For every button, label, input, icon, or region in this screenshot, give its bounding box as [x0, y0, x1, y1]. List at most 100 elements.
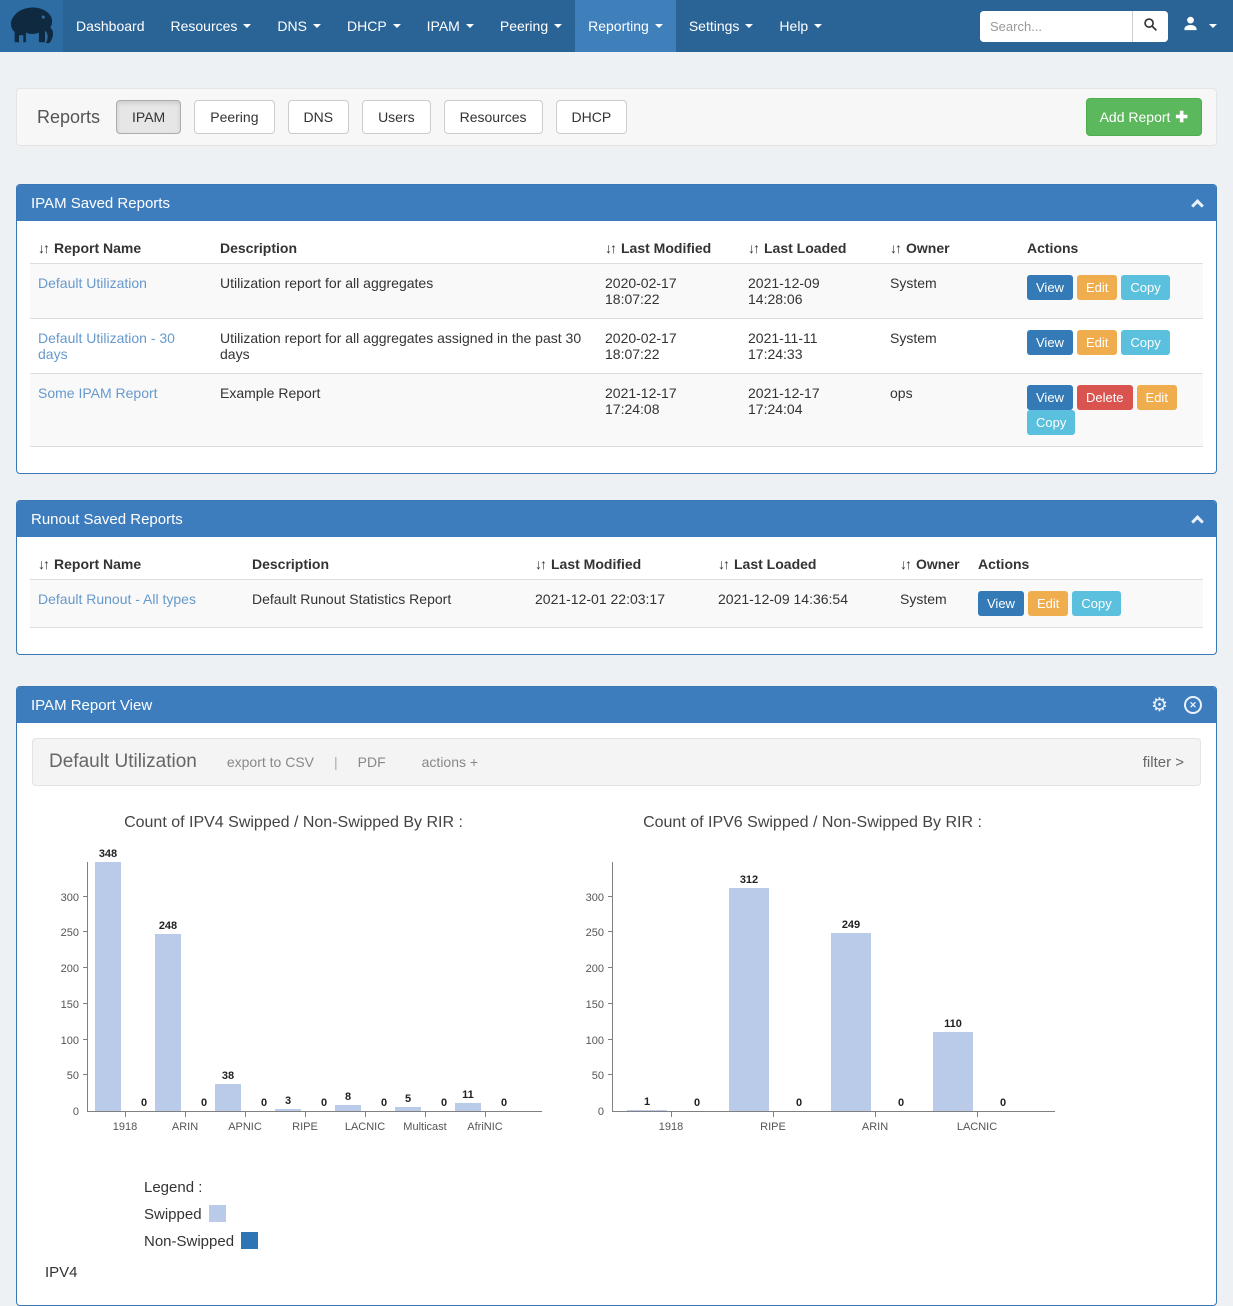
view-button[interactable]: View — [1027, 385, 1073, 410]
cell-actions: ViewEditCopy — [1019, 319, 1203, 374]
report-name-link[interactable]: Default Utilization - 30 days — [38, 330, 175, 362]
bar-value-label: 8 — [345, 1091, 351, 1103]
bar-group-ripe: 3120 — [723, 862, 825, 1111]
sort-icon — [748, 240, 764, 256]
view-button[interactable]: View — [1027, 275, 1073, 300]
tab-users[interactable]: Users — [362, 100, 431, 134]
nav-item-help[interactable]: Help — [766, 0, 835, 52]
column-header-owner[interactable]: Owner — [882, 231, 1019, 264]
copy-button[interactable]: Copy — [1072, 591, 1120, 616]
nav-item-resources[interactable]: Resources — [158, 0, 265, 52]
tab-dns[interactable]: DNS — [288, 100, 350, 134]
toolbar-separator: | — [334, 754, 338, 770]
export-csv-link[interactable]: export to CSV — [227, 754, 314, 770]
nav-item-label: Dashboard — [76, 18, 145, 34]
tab-ipam[interactable]: IPAM — [116, 100, 181, 134]
section-label-ipv4: IPV4 — [45, 1264, 1216, 1281]
y-tick-label: 150 — [586, 999, 604, 1011]
column-header-last-loaded[interactable]: Last Loaded — [710, 547, 892, 580]
nav-item-label: DNS — [277, 18, 307, 34]
y-tick-mark — [608, 967, 612, 968]
column-header-owner[interactable]: Owner — [892, 547, 970, 580]
copy-button[interactable]: Copy — [1027, 410, 1075, 435]
table-row: Some IPAM ReportExample Report2021-12-17… — [30, 374, 1203, 447]
cell-modified: 2020-02-17 18:07:22 — [597, 319, 740, 374]
cell-owner: System — [882, 264, 1019, 319]
sort-icon — [605, 240, 621, 256]
add-report-label: Add Report — [1100, 109, 1171, 125]
bar-swipped — [627, 1110, 667, 1111]
column-header-report-name[interactable]: Report Name — [30, 547, 244, 580]
column-header-last-loaded[interactable]: Last Loaded — [740, 231, 882, 264]
bar-swipped — [95, 862, 121, 1111]
ipam-reports-table: Report NameDescriptionLast ModifiedLast … — [30, 231, 1203, 447]
tab-dhcp[interactable]: DHCP — [556, 100, 628, 134]
y-tick-mark — [83, 967, 87, 968]
report-name: Default Utilization — [49, 751, 197, 773]
bar-value-label: 0 — [898, 1097, 904, 1109]
add-report-button[interactable]: Add Report✚ — [1086, 98, 1202, 136]
mammoth-logo-icon — [6, 3, 58, 50]
copy-button[interactable]: Copy — [1121, 330, 1169, 355]
y-tick-label: 100 — [586, 1035, 604, 1047]
ipv6-chart: Count of IPV6 Swipped / Non-Swipped By R… — [570, 814, 1055, 1133]
copy-button[interactable]: Copy — [1121, 275, 1169, 300]
page-title: Reports — [37, 107, 100, 128]
report-name-link[interactable]: Default Runout - All types — [38, 591, 196, 607]
bar-group-apnic: 380 — [216, 862, 276, 1111]
edit-button[interactable]: Edit — [1028, 591, 1068, 616]
nav-item-dhcp[interactable]: DHCP — [334, 0, 414, 52]
view-button[interactable]: View — [1027, 330, 1073, 355]
edit-button[interactable]: Edit — [1077, 330, 1117, 355]
column-header-last-modified[interactable]: Last Modified — [527, 547, 710, 580]
report-name-link[interactable]: Default Utilization — [38, 275, 147, 291]
actions-menu-link[interactable]: actions + — [422, 754, 478, 770]
chevron-down-icon — [554, 24, 562, 28]
cell-actions: ViewDeleteEdit Copy — [1019, 374, 1203, 447]
brand-logo[interactable] — [0, 0, 63, 52]
edit-button[interactable]: Edit — [1077, 275, 1117, 300]
nav-item-dns[interactable]: DNS — [264, 0, 334, 52]
legend-title: Legend : — [144, 1179, 1216, 1196]
nav-item-dashboard[interactable]: Dashboard — [63, 0, 158, 52]
ipv4-chart: Count of IPV4 Swipped / Non-Swipped By R… — [45, 814, 542, 1133]
cell-description: Utilization report for all aggregates as… — [212, 319, 597, 374]
close-icon[interactable] — [1184, 696, 1202, 714]
nav-item-peering[interactable]: Peering — [487, 0, 575, 52]
column-header-report-name[interactable]: Report Name — [30, 231, 212, 264]
nav-item-reporting[interactable]: Reporting — [575, 0, 676, 52]
delete-button[interactable]: Delete — [1077, 385, 1133, 410]
collapse-chevron-icon[interactable] — [1191, 515, 1204, 528]
y-tick-mark — [608, 1039, 612, 1040]
bar-group-multicast: 50 — [396, 862, 456, 1111]
nav-item-settings[interactable]: Settings — [676, 0, 767, 52]
filter-toggle[interactable]: filter > — [1143, 754, 1184, 771]
nav-item-label: Settings — [689, 18, 740, 34]
gear-icon[interactable]: ⚙ — [1151, 696, 1168, 715]
bar-value-label: 0 — [1000, 1097, 1006, 1109]
y-tick-label: 200 — [586, 963, 604, 975]
x-tick-label: LACNIC — [957, 1121, 997, 1133]
user-menu[interactable] — [1182, 15, 1217, 37]
collapse-chevron-icon[interactable] — [1191, 199, 1204, 212]
y-tick-mark — [608, 1003, 612, 1004]
y-tick-mark — [83, 1003, 87, 1004]
nav-item-ipam[interactable]: IPAM — [414, 0, 487, 52]
report-name-link[interactable]: Some IPAM Report — [38, 385, 158, 401]
column-header-last-modified[interactable]: Last Modified — [597, 231, 740, 264]
cell-loaded: 2021-11-11 17:24:33 — [740, 319, 882, 374]
panel-title: IPAM Report View — [31, 697, 152, 714]
search-input[interactable] — [980, 11, 1132, 42]
table-row: Default Utilization - 30 days Utilization… — [30, 319, 1203, 374]
tab-peering[interactable]: Peering — [194, 100, 274, 134]
cell-owner: System — [882, 319, 1019, 374]
edit-button[interactable]: Edit — [1137, 385, 1177, 410]
search-button[interactable] — [1132, 11, 1168, 42]
bar-value-label: 0 — [441, 1097, 447, 1109]
legend-swatch — [209, 1205, 226, 1222]
view-button[interactable]: View — [978, 591, 1024, 616]
bar-swipped — [335, 1105, 361, 1111]
export-pdf-link[interactable]: PDF — [358, 754, 386, 770]
bar-value-label: 0 — [796, 1097, 802, 1109]
tab-resources[interactable]: Resources — [444, 100, 543, 134]
